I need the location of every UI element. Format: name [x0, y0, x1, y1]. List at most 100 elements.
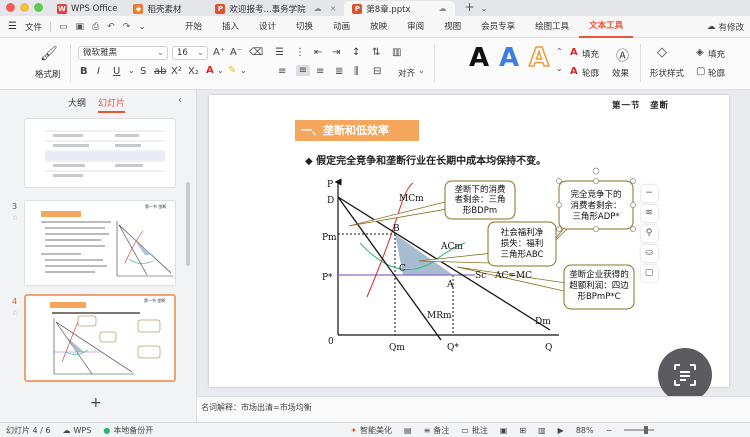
modified-indicator[interactable]: ☁ 有修改: [707, 21, 750, 33]
minimize-window-icon[interactable]: [20, 3, 29, 12]
menu-animation[interactable]: 动画: [323, 16, 360, 38]
zoom-level[interactable]: 88%: [570, 426, 600, 435]
view-toggle-icon[interactable]: ▤: [398, 426, 418, 435]
redo-icon[interactable]: ↷: [123, 22, 131, 32]
smart-beautify-button[interactable]: ✦ 智能美化: [344, 425, 398, 436]
vertical-align-icon[interactable]: ⊟: [373, 66, 381, 77]
tab-chapter8-pptx[interactable]: P 第8章.pptx ☁: [344, 1, 455, 16]
align-left-icon[interactable]: ≡: [278, 66, 286, 77]
menu-insert[interactable]: 插入: [212, 16, 249, 38]
link-icon[interactable]: ⚲: [640, 225, 658, 242]
menu-home[interactable]: 开始: [175, 16, 212, 38]
backup-status[interactable]: ● 本地备份开: [97, 425, 159, 436]
chevron-down-icon[interactable]: ⌄: [418, 66, 425, 75]
speaker-notes[interactable]: 名词解释：市场出清=市场均衡: [197, 396, 750, 422]
text-outline-icon[interactable]: A: [570, 66, 578, 77]
zoom-out-icon[interactable]: −: [600, 426, 619, 435]
tab-wps-office[interactable]: W WPS Office: [49, 1, 125, 16]
wps-account[interactable]: ☁ WPS: [57, 426, 98, 435]
slide-thumbnail-4[interactable]: 第一节 垄断: [24, 294, 176, 382]
open-folder-icon[interactable]: ▭: [59, 22, 68, 32]
shape-fill-icon[interactable]: ◈: [696, 47, 704, 58]
distribute-icon[interactable]: ⫼: [354, 66, 359, 77]
chevron-down-icon[interactable]: ⌄: [217, 66, 224, 75]
reading-view-icon[interactable]: ▥: [532, 426, 552, 435]
strikethrough-icon[interactable]: ab: [154, 66, 166, 77]
collapse-panel-icon[interactable]: ‹: [178, 95, 182, 106]
format-painter-icon[interactable]: 🖌: [40, 46, 58, 62]
increase-font-icon[interactable]: A⁺: [213, 47, 225, 58]
text-style-black[interactable]: A: [466, 44, 492, 72]
align-right-icon[interactable]: ≡: [316, 66, 324, 77]
tab-docer[interactable]: ◆ 稻壳素材: [125, 1, 189, 16]
tab-welcome-pptx[interactable]: P 欢迎报考...事务学院 ☁ ×: [207, 1, 344, 16]
arrange-label[interactable]: 对齐: [398, 67, 415, 79]
text-effects-label[interactable]: 效果: [612, 67, 629, 79]
close-window-icon[interactable]: [6, 3, 15, 12]
font-name-select[interactable]: 微软雅黑 ⌄: [78, 46, 168, 60]
chevron-down-icon[interactable]: ⌄: [556, 64, 563, 73]
sorter-view-icon[interactable]: ⊞: [513, 426, 532, 435]
outdent-icon[interactable]: ⇤: [314, 47, 322, 58]
menu-transitions[interactable]: 切换: [286, 16, 323, 38]
clear-format-icon[interactable]: ⌫: [249, 47, 263, 58]
fill-bucket-icon[interactable]: ⛀: [640, 245, 658, 262]
align-center-icon[interactable]: ≡: [296, 65, 310, 76]
minus-icon[interactable]: −: [640, 185, 658, 202]
text-style-outline[interactable]: A: [526, 43, 552, 73]
bold-icon[interactable]: B: [80, 66, 88, 77]
rotate-handle-icon[interactable]: [592, 167, 600, 175]
close-tab-icon[interactable]: ×: [330, 4, 337, 13]
comments-button[interactable]: ▭ 批注: [455, 425, 494, 436]
text-effects-icon[interactable]: Ⓐ: [616, 45, 629, 64]
menu-text-tools[interactable]: 文本工具: [579, 16, 634, 38]
columns-icon[interactable]: ▥: [392, 47, 401, 58]
slide-thumbnail-2[interactable]: [24, 118, 176, 188]
shape-fill-label[interactable]: 填充: [708, 48, 725, 60]
numbering-icon[interactable]: ⋮: [295, 47, 305, 58]
zoom-slider[interactable]: [618, 426, 660, 434]
chevron-up-icon[interactable]: ⌃: [556, 47, 563, 56]
superscript-icon[interactable]: X²: [171, 66, 182, 77]
decrease-font-icon[interactable]: A⁻: [230, 47, 242, 58]
justify-icon[interactable]: ≣: [335, 66, 343, 77]
hamburger-icon[interactable]: ☰: [8, 21, 17, 32]
tab-list-chevron-icon[interactable]: ⌄: [481, 4, 488, 16]
chevron-down-icon[interactable]: ⌄: [128, 66, 135, 75]
menu-review[interactable]: 审阅: [397, 16, 434, 38]
outline-pen-icon[interactable]: ▢: [640, 265, 658, 282]
menu-drawing-tools[interactable]: 绘图工具: [525, 16, 579, 38]
shape-outline-icon[interactable]: ▢: [696, 66, 705, 77]
menu-file[interactable]: 文件: [25, 21, 42, 33]
menu-view[interactable]: 视图: [434, 16, 471, 38]
text-fill-icon[interactable]: A: [570, 47, 578, 58]
bullets-icon[interactable]: ☰: [275, 47, 284, 58]
text-fill-label[interactable]: 填充: [582, 48, 599, 60]
add-slide-button[interactable]: +: [90, 395, 102, 411]
new-tab-button[interactable]: +: [455, 0, 481, 16]
play-icon[interactable]: ▶: [552, 426, 570, 435]
undo-icon[interactable]: ↶: [107, 22, 115, 32]
menu-design[interactable]: 设计: [249, 16, 286, 38]
layers-icon[interactable]: ≋: [640, 205, 658, 222]
save-icon[interactable]: ▣: [76, 22, 85, 32]
tab-slides[interactable]: 幻灯片: [98, 96, 126, 113]
indent-icon[interactable]: ⇥: [332, 47, 340, 58]
print-icon[interactable]: ⎙: [92, 22, 99, 32]
highlight-icon[interactable]: ✎: [228, 65, 236, 76]
subscript-icon[interactable]: X₂: [188, 66, 199, 77]
line-spacing-icon[interactable]: ↕: [352, 47, 360, 58]
maximize-window-icon[interactable]: [34, 3, 43, 12]
shape-style-icon[interactable]: ◇: [657, 45, 667, 60]
font-color-icon[interactable]: A: [206, 65, 214, 76]
ocr-scan-button[interactable]: [658, 348, 712, 402]
chevron-down-icon[interactable]: ⌄: [240, 66, 247, 75]
panel-scrollbar[interactable]: [186, 182, 190, 266]
underline-icon[interactable]: U: [113, 66, 120, 77]
notes-button[interactable]: ≡ 备注: [418, 425, 456, 436]
slide-thumbnail-3[interactable]: 第一节 垄断: [24, 200, 176, 286]
font-size-select[interactable]: 16 ⌄: [172, 46, 208, 60]
menu-member[interactable]: 会员专享: [471, 16, 525, 38]
text-style-blue[interactable]: A: [496, 44, 522, 72]
shadow-s-icon[interactable]: S: [140, 66, 146, 77]
